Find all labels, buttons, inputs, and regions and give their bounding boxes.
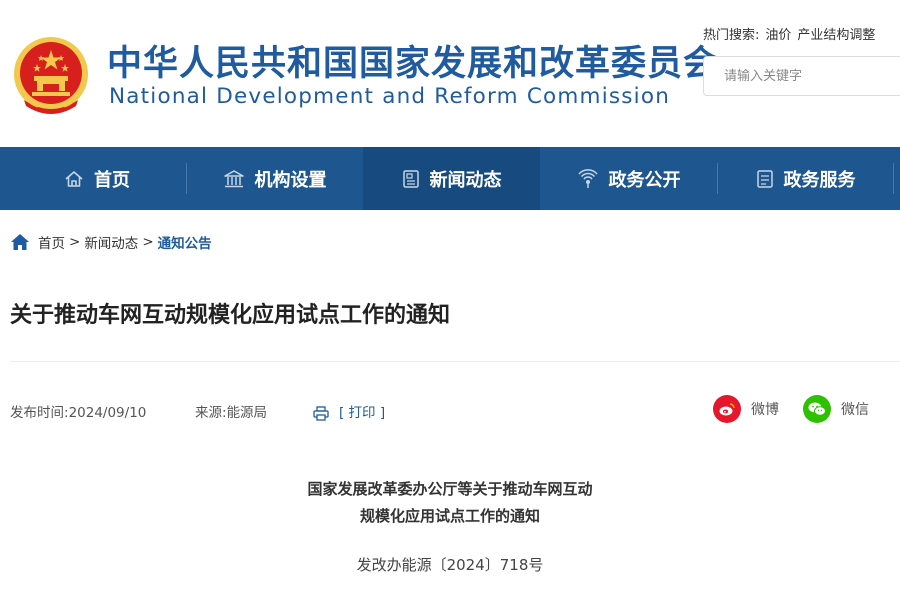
home-outline-icon	[65, 170, 83, 187]
nav-item-label: 首页	[94, 169, 130, 191]
source-value: 能源局	[226, 405, 268, 421]
document-number: 发改办能源〔2024〕718号	[356, 556, 544, 574]
document-heading-line-2: 规模化应用试点工作的通知	[359, 507, 540, 525]
breadcrumb-separator: >	[69, 234, 81, 250]
article-source: 来源:能源局	[195, 403, 267, 423]
hot-search-item-industry[interactable]: 产业结构调整	[797, 28, 875, 43]
source-label: 来源:	[195, 405, 227, 421]
share-weibo-label: 微博	[751, 402, 779, 418]
home-icon[interactable]	[10, 233, 30, 251]
article-title: 关于推动车网互动规模化应用试点工作的通知	[10, 303, 451, 328]
site-title-english[interactable]: National Development and Reform Commissi…	[109, 84, 670, 110]
publish-date-label: 发布时间:	[10, 405, 69, 421]
document-heading-line-1: 国家发展改革委办公厅等关于推动车网互动	[307, 480, 593, 498]
breadcrumb-separator: >	[142, 234, 154, 250]
share-weibo-button[interactable]: 微博	[713, 395, 779, 423]
nav-item-news[interactable]: 新闻动态	[363, 147, 540, 210]
print-button[interactable]: [ 打印 ]	[313, 403, 385, 423]
nav-item-label: 机构设置	[254, 169, 327, 191]
nav-item-label: 政务服务	[783, 169, 856, 191]
nav-divider	[893, 163, 894, 194]
nav-item-label: 政务公开	[608, 169, 681, 191]
title-divider	[10, 361, 900, 362]
main-nav: 首页 机构设置 新闻动态 政务公开 政务服务	[0, 147, 900, 210]
print-label: [ 打印 ]	[339, 405, 386, 421]
nav-item-institutions[interactable]: 机构设置	[186, 147, 363, 210]
breadcrumb-home[interactable]: 首页	[38, 232, 65, 252]
wechat-icon	[803, 395, 831, 423]
institution-building-icon	[223, 169, 244, 187]
service-document-icon	[756, 169, 773, 188]
national-emblem-icon	[14, 37, 88, 114]
site-header: 中华人民共和国国家发展和改革委员会 National Development a…	[0, 0, 900, 147]
share-wechat-label: 微信	[841, 402, 869, 418]
publish-date: 发布时间:2024/09/10	[10, 403, 146, 423]
hot-search: 热门搜索: 油价 产业结构调整	[703, 27, 875, 45]
share-wechat-button[interactable]: 微信	[803, 395, 869, 423]
breadcrumb: 首页 > 新闻动态 > 通知公告	[10, 232, 212, 252]
printer-icon	[313, 405, 329, 421]
site-title-chinese[interactable]: 中华人民共和国国家发展和改革委员会	[107, 44, 719, 84]
hot-search-item-oil-price[interactable]: 油价	[765, 28, 791, 43]
nav-item-home[interactable]: 首页	[8, 147, 186, 210]
search-input[interactable]	[704, 57, 894, 95]
nav-item-government-affairs[interactable]: 政务公开	[540, 147, 717, 210]
hot-search-label: 热门搜索:	[703, 28, 760, 43]
breadcrumb-current[interactable]: 通知公告	[158, 232, 212, 252]
breadcrumb-news[interactable]: 新闻动态	[84, 232, 138, 252]
broadcast-signal-icon	[577, 168, 598, 188]
nav-item-services[interactable]: 政务服务	[717, 147, 894, 210]
news-document-icon	[402, 169, 419, 188]
publish-date-value: 2024/09/10	[68, 405, 147, 421]
search-box	[703, 56, 900, 96]
nav-item-label: 新闻动态	[429, 169, 502, 191]
weibo-icon	[713, 395, 741, 423]
